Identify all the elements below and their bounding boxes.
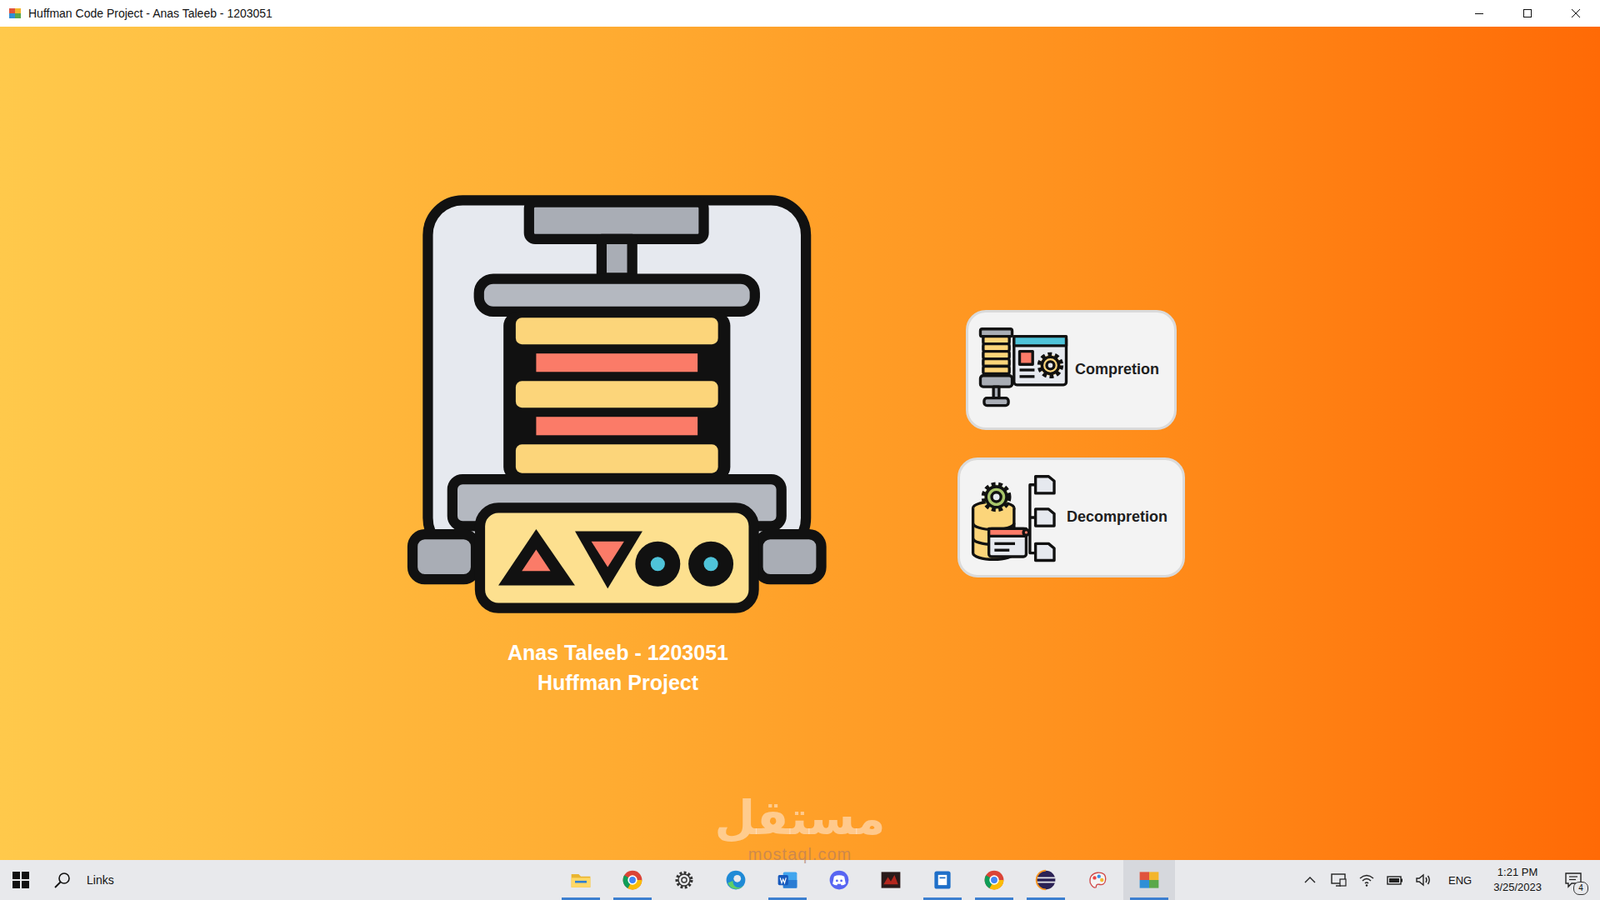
settings-icon (672, 868, 696, 892)
chrome-icon (620, 868, 645, 892)
watermark: مستقلmostaql.com (0, 791, 1600, 864)
running-indicator (561, 897, 600, 900)
app-icon (8, 6, 22, 20)
search-button[interactable] (41, 860, 84, 900)
game-icon (879, 868, 903, 892)
start-button[interactable] (0, 860, 42, 900)
wifi-tray-item[interactable] (1355, 860, 1379, 900)
paint-icon (1085, 868, 1110, 892)
taskbar-app[interactable] (865, 860, 917, 900)
window-title: Huffman Code Project - Anas Taleeb - 120… (28, 6, 273, 20)
notification-button[interactable]: 4 (1555, 860, 1592, 900)
discord-icon (827, 868, 851, 892)
eclipse-icon (1034, 868, 1058, 892)
title-bar: Huffman Code Project - Anas Taleeb - 120… (0, 0, 1600, 27)
hero-panel: Anas Taleeb - 1203051Huffman Project (401, 190, 835, 698)
speaker-icon (1415, 871, 1432, 889)
taskbar-app[interactable] (1123, 860, 1175, 900)
taskbar-app[interactable] (968, 860, 1020, 900)
watermark-site: mostaql.com (748, 845, 852, 864)
battery-icon (1386, 871, 1404, 889)
close-icon (1571, 9, 1580, 18)
volume-tray-item[interactable] (1411, 860, 1435, 900)
monitor-icon (1330, 871, 1347, 889)
taskbar-app[interactable] (658, 860, 710, 900)
window-controls (1455, 0, 1600, 27)
decompress-button[interactable]: Decompretion (957, 457, 1185, 578)
project-label: Huffman Project (537, 667, 699, 698)
running-indicator (768, 897, 807, 900)
taskbar-left: Links (0, 860, 555, 900)
clock-date: 3/25/2023 (1493, 880, 1542, 895)
taskbar-app[interactable] (813, 860, 865, 900)
clock-time: 1:21 PM (1497, 865, 1538, 880)
windows-icon (12, 871, 30, 889)
device-tray-item[interactable] (1326, 860, 1350, 900)
links-toolbar[interactable]: Links (86, 873, 115, 887)
close-button[interactable] (1551, 0, 1600, 27)
content: Anas Taleeb - 1203051Huffman Project Comp… (401, 190, 1193, 698)
maximize-icon (1523, 9, 1532, 18)
chevron-up-icon (1302, 872, 1318, 888)
running-indicator (923, 897, 962, 900)
taskbar-app[interactable] (916, 860, 969, 900)
word-icon (775, 868, 800, 892)
maximize-button[interactable] (1503, 0, 1552, 27)
main-panel: Anas Taleeb - 1203051Huffman Project Comp… (0, 26, 1600, 860)
running-indicator (975, 897, 1014, 900)
battery-tray-item[interactable] (1383, 860, 1407, 900)
action-label: Compretion (1075, 360, 1160, 379)
taskbar-app[interactable] (710, 860, 762, 900)
author-label: Anas Taleeb - 1203051 (507, 637, 729, 668)
action-label: Decompretion (1066, 508, 1168, 526)
language-indicator[interactable]: ENG (1440, 874, 1480, 887)
compress-button[interactable]: Compretion (965, 310, 1177, 430)
taskbar-app[interactable] (555, 860, 607, 900)
taskbar-app[interactable] (1020, 860, 1072, 900)
actions-panel: Compretion Decompretion (950, 310, 1193, 578)
taskbar-app[interactable] (761, 860, 814, 900)
minimize-button[interactable] (1455, 0, 1504, 27)
running-indicator (1026, 897, 1065, 900)
edge-icon (724, 868, 748, 892)
press-icon (403, 190, 833, 620)
taskbar-apps (555, 860, 1175, 900)
show-hidden-button[interactable] (1298, 860, 1322, 900)
system-tray: ENG 1:21 PM3/25/2023 4 (1298, 860, 1600, 900)
wifi-icon (1358, 871, 1375, 889)
search-icon (54, 871, 71, 889)
project-caption: Anas Taleeb - 1203051Huffman Project (507, 637, 729, 698)
taskbar-app[interactable] (606, 860, 659, 900)
notes-icon (930, 868, 955, 892)
taskbar: Links ENG 1:21 PM3/25/2023 4 (0, 860, 1600, 900)
taskbar-app[interactable] (1071, 860, 1124, 900)
compress-icon (976, 323, 1070, 417)
minimize-icon (1475, 9, 1484, 18)
decompress-icon (968, 470, 1062, 565)
explorer-icon (569, 868, 593, 892)
java-icon (1137, 868, 1161, 892)
chrome-icon (982, 868, 1006, 892)
clock[interactable]: 1:21 PM3/25/2023 (1485, 865, 1550, 895)
running-indicator (613, 897, 652, 900)
watermark-text: مستقل (715, 791, 886, 845)
running-indicator (1130, 897, 1169, 900)
notification-badge: 4 (1573, 881, 1589, 895)
